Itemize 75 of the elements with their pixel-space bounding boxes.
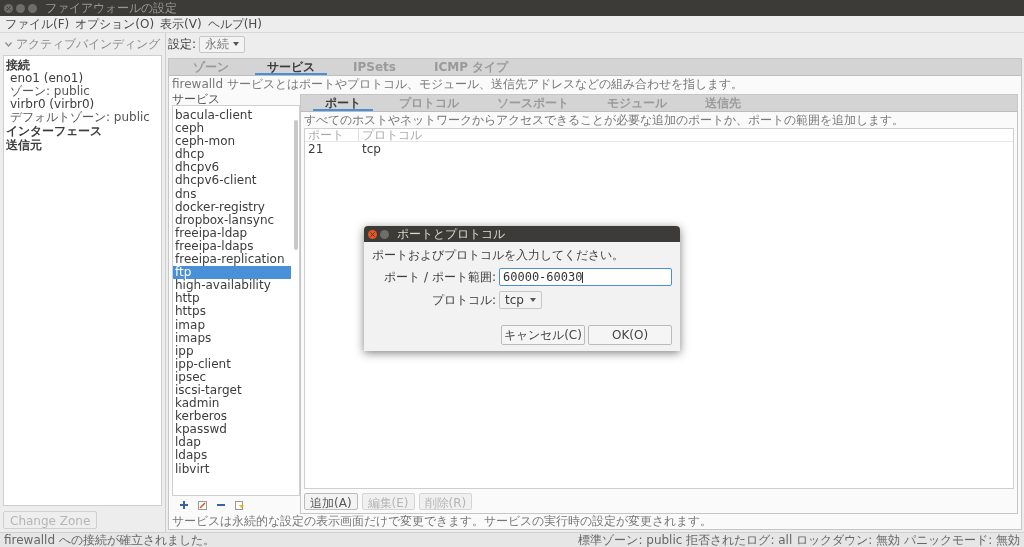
status-item: 標準ゾーン: public xyxy=(578,534,683,546)
service-item[interactable]: bacula-client xyxy=(173,109,291,123)
service-item[interactable]: freeipa-ldap xyxy=(173,226,291,240)
caret-icon xyxy=(529,298,536,302)
service-item[interactable]: iscsi-target xyxy=(173,383,291,398)
protocol-label: プロトコル: xyxy=(430,292,496,309)
minimize-icon[interactable] xyxy=(16,3,25,13)
service-item[interactable]: kadmin xyxy=(173,397,291,411)
window-title: ファイアウォールの設定 xyxy=(45,0,177,17)
service-item[interactable]: ceph xyxy=(173,122,291,136)
status-item: 拒否されたログ: all xyxy=(686,534,793,546)
tab[interactable]: ポート xyxy=(313,95,373,111)
close-icon[interactable] xyxy=(368,229,377,239)
service-item[interactable]: ldap xyxy=(173,436,291,450)
services-label: サービス xyxy=(172,93,221,105)
section-label: 送信元 xyxy=(5,138,43,152)
service-item[interactable]: ipp-client xyxy=(173,357,291,371)
menu-item[interactable]: ヘルプ(H) xyxy=(204,15,266,33)
service-item[interactable]: ldaps xyxy=(173,449,291,463)
port-label: ポート / ポート範囲: xyxy=(383,269,496,286)
maximize-icon[interactable] xyxy=(28,3,37,13)
menu-item[interactable]: オプション(O) xyxy=(72,15,158,33)
edit-icon[interactable] xyxy=(198,500,207,510)
settings-label: 設定: xyxy=(168,36,197,53)
port-action-button[interactable]: 追加(A) xyxy=(304,492,358,510)
chevron-icon xyxy=(5,41,12,47)
binding-zone: デフォルトゾーン: public xyxy=(10,110,151,124)
dialog-title: ポートとプロトコル xyxy=(397,226,505,243)
service-item[interactable]: imaps xyxy=(173,331,291,345)
service-item[interactable]: freeipa-ldaps xyxy=(173,239,291,254)
ports-description: すべてのホストやネットワークからアクセスできることが必要な追加のポートか、ポートの範囲を追加します。 xyxy=(303,112,905,128)
service-item[interactable]: ceph-mon xyxy=(173,135,291,149)
service-item[interactable]: libvirt xyxy=(173,462,291,476)
dialog-button[interactable]: キャンセル(C) xyxy=(501,325,585,345)
service-item[interactable]: ipp xyxy=(173,344,291,358)
section-label: 接続 xyxy=(5,58,31,72)
service-item[interactable]: https xyxy=(173,305,291,319)
services-description: firewalld サービスとはポートやプロトコル、モジュール、送信先アドレスなどの組み合わせを指します。 xyxy=(171,76,744,92)
caret-icon xyxy=(233,42,240,46)
service-item[interactable]: dhcpv6-client xyxy=(173,174,291,188)
menu-item[interactable]: ファイル(F) xyxy=(2,15,73,33)
table-cell-text: 21 xyxy=(307,142,325,156)
service-item[interactable]: ipsec xyxy=(173,370,291,384)
service-item[interactable]: dhcpv6 xyxy=(173,161,291,175)
service-item[interactable]: docker-registry xyxy=(173,200,291,214)
status-message: firewalld への接続が確立されました。 xyxy=(4,534,215,546)
footer-note: サービスは永続的な設定の表示画面だけで変更できます。サービスの実行時の設定が変更されます。 xyxy=(171,514,713,529)
service-item[interactable]: high-availability xyxy=(173,279,291,293)
tab[interactable]: サービス xyxy=(255,59,327,75)
status-item: パニックモード: 無効 xyxy=(904,534,1020,546)
load-icon[interactable] xyxy=(235,500,244,510)
service-item[interactable]: dns xyxy=(173,187,291,201)
dialog-button[interactable]: OK(O) xyxy=(588,325,672,345)
service-item[interactable]: imap xyxy=(173,318,291,332)
close-icon[interactable] xyxy=(4,3,13,13)
dialog-prompt: ポートおよびプロトコルを入力してください。 xyxy=(372,248,625,262)
scrollbar[interactable] xyxy=(294,120,298,250)
service-item[interactable]: dhcp xyxy=(173,148,291,162)
service-item[interactable]: http xyxy=(173,292,291,306)
protocol-dropdown[interactable]: tcp xyxy=(499,291,542,309)
service-item[interactable]: freeipa-replication xyxy=(173,253,291,267)
status-item: ロックダウン: 無効 xyxy=(796,534,901,546)
table-cell-text: tcp xyxy=(361,142,382,156)
binding-zone: ゾーン: public xyxy=(10,84,91,98)
port-input-field[interactable]: 60000-60030 xyxy=(499,268,672,286)
menu-item[interactable]: 表示(V) xyxy=(157,15,205,33)
service-item[interactable]: kpasswd xyxy=(173,423,291,437)
minimize-icon[interactable] xyxy=(380,229,389,239)
binding-item[interactable]: eno1 (eno1) xyxy=(10,72,161,84)
service-item[interactable]: dropbox-lansync xyxy=(173,213,291,227)
settings-dropdown[interactable]: 永続 xyxy=(199,35,246,53)
add-icon[interactable] xyxy=(180,501,188,509)
service-item[interactable]: kerberos xyxy=(173,410,291,424)
section-label: インターフェース xyxy=(5,124,103,138)
binding-item[interactable]: virbr0 (virbr0) xyxy=(10,98,161,110)
